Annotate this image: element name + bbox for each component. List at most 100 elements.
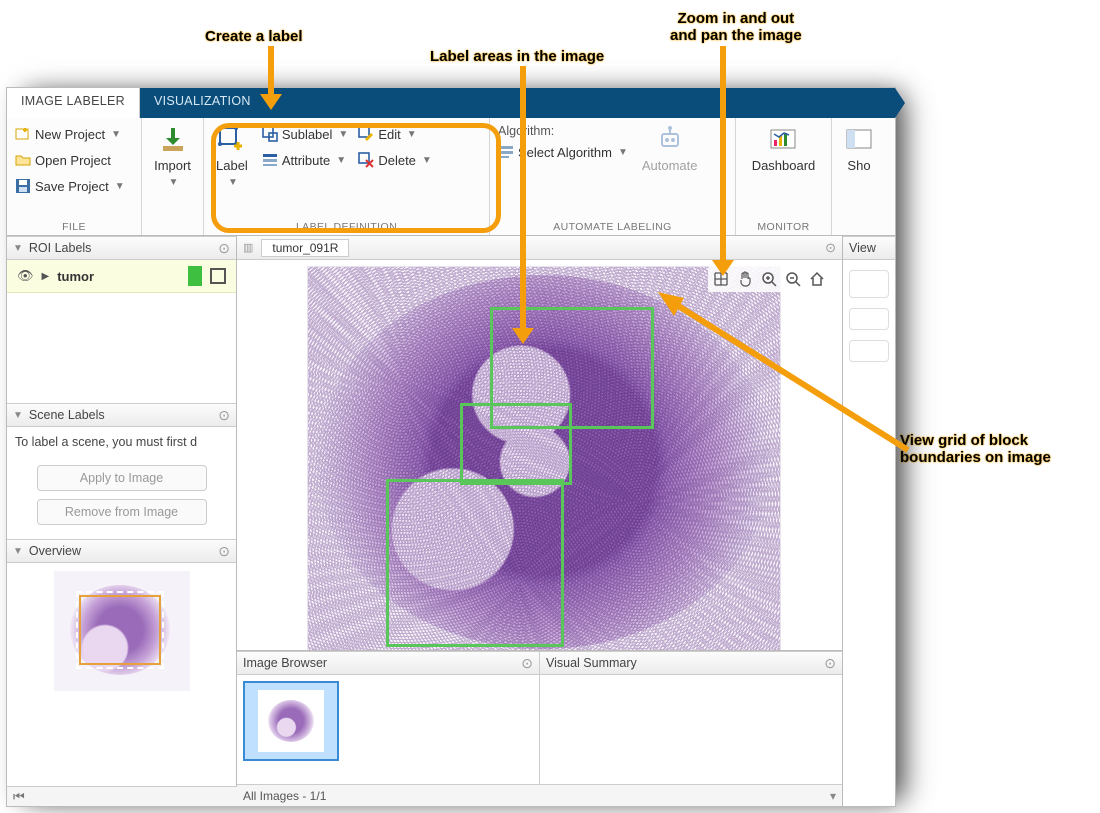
overview-body [7, 563, 236, 806]
zoom-out-icon[interactable] [782, 268, 804, 290]
delete-button[interactable]: Delete ▼ [356, 148, 433, 172]
tab-visualization[interactable]: VISUALIZATION [140, 88, 265, 118]
delete-icon [358, 152, 374, 168]
image-browser-title: Image Browser [243, 656, 327, 670]
import-label: Import [154, 158, 191, 173]
robot-icon [656, 126, 684, 154]
save-project-label: Save Project [35, 179, 109, 194]
layout-icon [845, 126, 873, 154]
close-icon[interactable]: ⊙ [218, 543, 230, 560]
callout-view-grid: View grid of block boundaries on image [900, 432, 1051, 466]
visual-summary-title: Visual Summary [546, 656, 637, 670]
ribbon-group-monitor: Dashboard MONITOR [736, 118, 832, 235]
visual-summary-header[interactable]: Visual Summary ⊙ [540, 651, 842, 675]
dropdown-icon: ▼ [115, 181, 125, 192]
ribbon-group-file: New Project▼ Open Project Save Project▼ … [7, 118, 142, 235]
import-button[interactable]: Import ▼ [148, 122, 197, 192]
dropdown-icon: ▼ [228, 177, 238, 188]
close-icon[interactable]: ⊙ [825, 240, 836, 256]
select-algorithm-button[interactable]: Select Algorithm▼ [496, 140, 630, 164]
left-pane: ▼ ROI Labels ⊙ 👁 ▶ tumor ▼ Scene Labels … [7, 236, 237, 806]
color-swatch[interactable] [188, 266, 202, 286]
pan-icon[interactable] [734, 268, 756, 290]
image-browser-pane: Image Browser ⊙ [237, 651, 540, 784]
automate-button[interactable]: Automate [636, 122, 704, 177]
rewind-icon: ⏮ [13, 789, 25, 805]
visibility-icon[interactable]: 👁 [17, 268, 34, 284]
sublabel-label: Sublabel [282, 127, 333, 142]
attribute-button[interactable]: Attribute▼ [260, 148, 351, 172]
dashboard-label: Dashboard [752, 158, 816, 173]
edit-icon [358, 126, 374, 142]
label-button[interactable]: Label ▼ [210, 122, 254, 192]
open-project-label: Open Project [35, 153, 111, 168]
new-project-label: New Project [35, 127, 105, 142]
view-title: View [849, 241, 876, 255]
zoom-in-icon[interactable] [758, 268, 780, 290]
roi-labels-header[interactable]: ▼ ROI Labels ⊙ [7, 236, 236, 260]
status-dropdown-icon[interactable]: ▾ [830, 789, 836, 803]
dashboard-icon [769, 126, 797, 154]
attribute-icon [262, 152, 278, 168]
edit-button[interactable]: Edit▼ [356, 122, 433, 146]
visual-summary-pane: Visual Summary ⊙ [540, 651, 842, 784]
plus-icon [15, 126, 31, 142]
delete-label: Delete [378, 153, 416, 168]
thumbnail-row [237, 675, 539, 784]
collapse-icon: ▼ [13, 546, 23, 557]
callout-create-label: Create a label [205, 28, 303, 45]
bottom-panes: Image Browser ⊙ Visual Summary ⊙ [237, 650, 842, 784]
tab-image-labeler[interactable]: IMAGE LABELER [7, 88, 140, 118]
close-icon[interactable]: ⊙ [218, 407, 230, 424]
group-caption-show [838, 219, 880, 233]
overview-header[interactable]: ▼ Overview ⊙ [7, 539, 236, 563]
status-text: All Images - 1/1 [243, 789, 326, 803]
dashboard-button[interactable]: Dashboard [746, 122, 822, 177]
left-footer[interactable]: ⏮ [7, 786, 237, 806]
attribute-label: Attribute [282, 153, 330, 168]
open-project-button[interactable]: Open Project [13, 148, 135, 172]
new-project-button[interactable]: New Project ▼ [13, 122, 135, 146]
remove-from-image-button[interactable]: Remove from Image [37, 499, 207, 525]
roi-item-label: tumor [57, 269, 94, 284]
scene-labels-header[interactable]: ▼ Scene Labels ⊙ [7, 403, 236, 427]
status-bar: All Images - 1/1 ▾ [237, 784, 842, 806]
close-icon[interactable]: ⊙ [521, 655, 533, 672]
toolstrip-tabs: IMAGE LABELER VISUALIZATION [7, 88, 895, 118]
image-browser-header[interactable]: Image Browser ⊙ [237, 651, 539, 675]
dropdown-icon: ▼ [407, 129, 417, 140]
scene-help-text: To label a scene, you must first d [7, 427, 236, 461]
dropdown-icon: ▼ [111, 129, 121, 140]
close-icon[interactable]: ⊙ [218, 240, 230, 257]
collapse-icon: ▼ [13, 410, 23, 421]
group-caption-monitor: MONITOR [742, 219, 825, 233]
callout-label-areas: Label areas in the image [430, 48, 604, 65]
collapse-icon: ▼ [13, 243, 23, 254]
expand-icon[interactable]: ▶ [42, 271, 50, 282]
thumbnail-selected[interactable] [243, 681, 339, 761]
callout-zoom-pan: Zoom in and out and pan the image [670, 10, 802, 44]
overview-thumbnail[interactable] [54, 571, 190, 691]
save-icon [15, 178, 31, 194]
roi-box-3[interactable] [386, 479, 564, 647]
apply-to-image-button[interactable]: Apply to Image [37, 465, 207, 491]
show-button[interactable]: Sho [835, 122, 883, 177]
view-header[interactable]: View [843, 236, 895, 260]
grip-icon[interactable]: ▥ [243, 241, 253, 254]
sublabel-button[interactable]: Sublabel ▼ [260, 122, 351, 146]
doc-tab[interactable]: tumor_091R [261, 239, 349, 257]
ribbon-group-show: Sho [832, 118, 886, 235]
close-icon[interactable]: ⊙ [824, 655, 836, 672]
dropdown-icon: ▼ [169, 177, 179, 188]
roi-box-2[interactable] [460, 403, 572, 485]
save-project-button[interactable]: Save Project ▼ [13, 174, 135, 198]
import-icon [159, 126, 187, 154]
group-caption-labeldef: LABEL DEFINITION [210, 219, 483, 233]
dropdown-icon: ▼ [422, 155, 432, 166]
shape-rect-icon[interactable] [210, 268, 226, 284]
home-icon[interactable] [806, 268, 828, 290]
group-caption-automate: AUTOMATE LABELING [496, 219, 729, 233]
folder-icon [15, 152, 31, 168]
roi-item-tumor[interactable]: 👁 ▶ tumor [7, 260, 236, 293]
dropdown-icon: ▼ [338, 129, 348, 140]
